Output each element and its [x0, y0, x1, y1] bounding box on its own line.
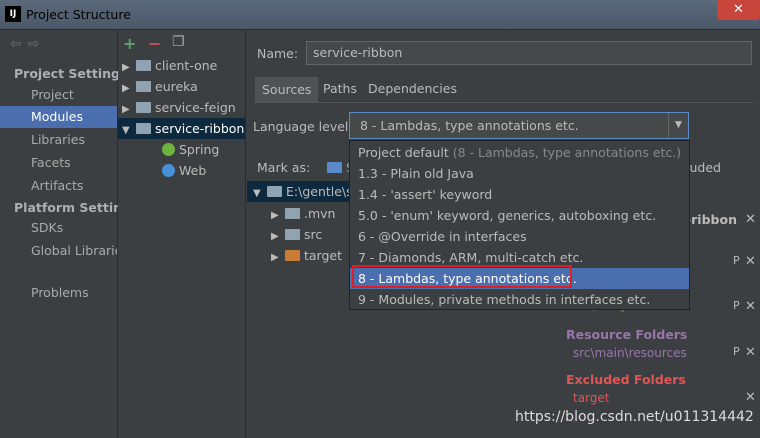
- folder-label: .mvn: [304, 206, 336, 221]
- language-level-select[interactable]: 8 - Lambdas, type annotations etc. ▼: [349, 112, 689, 139]
- module-client-one[interactable]: ▶ client-one: [118, 55, 245, 76]
- remove-folder-icon[interactable]: ✕: [745, 345, 756, 360]
- add-icon[interactable]: +: [123, 34, 136, 53]
- tab-dependencies[interactable]: Dependencies: [362, 77, 463, 102]
- name-label: Name:: [257, 46, 299, 61]
- expand-arrow-icon[interactable]: ▶: [271, 226, 283, 247]
- folder-label: target: [304, 248, 343, 263]
- tab-paths[interactable]: Paths: [317, 77, 363, 102]
- project-settings-heading: Project Settings: [14, 66, 128, 81]
- sidebar-item-project[interactable]: Project: [0, 84, 117, 106]
- module-folder-icon: [136, 123, 151, 134]
- facet-label: Spring: [179, 142, 220, 157]
- module-tree-panel: + − ❐ ▶ client-one ▶ eureka ▶ service-feign…: [118, 30, 246, 438]
- module-service-ribbon[interactable]: ▼ service-ribbon: [118, 118, 245, 139]
- excluded-folders-heading: Excluded Folders: [566, 372, 686, 387]
- tree-item-src[interactable]: ▶ src: [271, 224, 322, 245]
- sidebar-item-artifacts[interactable]: Artifacts: [0, 175, 117, 197]
- properties-icon[interactable]: P: [733, 345, 740, 358]
- module-folder-icon: [136, 81, 151, 92]
- folder-icon: [267, 186, 282, 197]
- module-label: client-one: [155, 58, 218, 73]
- expand-arrow-icon[interactable]: ▶: [122, 78, 134, 99]
- facet-label: Web: [179, 163, 207, 178]
- module-label: eureka: [155, 79, 198, 94]
- back-arrow-icon[interactable]: ⇦: [10, 36, 28, 52]
- watermark: https://blog.csdn.net/u011314442: [515, 409, 754, 425]
- folder-label: src: [304, 227, 323, 242]
- module-name-field[interactable]: service-ribbon: [306, 41, 752, 65]
- spring-leaf-icon: [162, 143, 175, 156]
- forward-arrow-icon[interactable]: ⇨: [28, 36, 46, 52]
- remove-icon[interactable]: −: [148, 34, 161, 53]
- facet-spring[interactable]: Spring: [118, 139, 245, 160]
- tab-sources[interactable]: Sources: [255, 77, 319, 102]
- platform-settings-heading: Platform Setting: [14, 200, 131, 215]
- web-globe-icon: [162, 164, 175, 177]
- expand-arrow-icon[interactable]: ▶: [122, 99, 134, 120]
- collapse-arrow-icon[interactable]: ▼: [253, 183, 265, 204]
- remove-root-icon[interactable]: ✕: [745, 212, 756, 227]
- resource-folders-heading: Resource Folders: [566, 327, 688, 342]
- sidebar-item-sdks[interactable]: SDKs: [0, 217, 117, 239]
- language-level-label: Language level:: [253, 119, 353, 134]
- sidebar-item-facets[interactable]: Facets: [0, 152, 117, 174]
- selection-highlight-box: [352, 265, 572, 288]
- expand-arrow-icon[interactable]: ▶: [271, 247, 283, 268]
- expand-arrow-icon[interactable]: ▶: [122, 57, 134, 78]
- expand-arrow-icon[interactable]: ▶: [271, 205, 283, 226]
- title-bar: IJ Project Structure ✕: [0, 0, 760, 30]
- option-1-4[interactable]: 1.4 - 'assert' keyword: [350, 184, 689, 205]
- module-folder-icon: [136, 60, 151, 71]
- properties-icon[interactable]: P: [733, 254, 740, 267]
- chevron-down-icon[interactable]: ▼: [668, 113, 688, 138]
- option-1-3[interactable]: 1.3 - Plain old Java: [350, 163, 689, 184]
- close-window-button[interactable]: ✕: [717, 0, 760, 20]
- module-folder-icon: [136, 102, 151, 113]
- collapse-arrow-icon[interactable]: ▼: [122, 120, 134, 141]
- language-level-value: 8 - Lambdas, type annotations etc.: [360, 118, 579, 133]
- folder-icon: [285, 208, 300, 219]
- tree-item-target[interactable]: ▶ target: [271, 245, 342, 266]
- mark-as-excluded-label[interactable]: luded: [686, 160, 721, 175]
- sources-folder-icon: [327, 162, 342, 173]
- copy-icon[interactable]: ❐: [172, 34, 185, 50]
- option-6[interactable]: 6 - @Override in interfaces: [350, 226, 689, 247]
- sidebar-item-libraries[interactable]: Libraries: [0, 129, 117, 151]
- option-project-default[interactable]: Project default (8 - Lambdas, type annot…: [350, 142, 689, 163]
- folder-icon: [285, 229, 300, 240]
- option-9[interactable]: 9 - Modules, private methods in interfac…: [350, 289, 689, 310]
- module-label: service-ribbon: [155, 121, 245, 136]
- remove-folder-icon[interactable]: ✕: [745, 299, 756, 314]
- option-5-0[interactable]: 5.0 - 'enum' keyword, generics, autoboxi…: [350, 205, 689, 226]
- settings-sidebar: ⇦⇨ Project Settings Project Modules Libr…: [0, 30, 131, 438]
- sidebar-item-global-libraries[interactable]: Global Librarie: [0, 240, 117, 262]
- nav-arrows: ⇦⇨: [10, 36, 45, 52]
- remove-folder-icon[interactable]: ✕: [745, 254, 756, 269]
- resource-folder-path: src\main\resources: [573, 346, 687, 360]
- excluded-folder-icon: [285, 250, 300, 261]
- sidebar-item-problems[interactable]: Problems: [0, 282, 117, 304]
- properties-icon[interactable]: P: [733, 299, 740, 312]
- mark-as-label: Mark as:: [257, 160, 311, 175]
- module-eureka[interactable]: ▶ eureka: [118, 76, 245, 97]
- remove-folder-icon[interactable]: ✕: [745, 390, 756, 405]
- sidebar-item-modules[interactable]: Modules: [0, 106, 117, 128]
- tree-item-mvn[interactable]: ▶ .mvn: [271, 203, 335, 224]
- facet-web[interactable]: Web: [118, 160, 245, 181]
- intellij-icon: IJ: [5, 6, 21, 22]
- content-root-label: E:\gentle\s: [286, 184, 353, 199]
- module-service-feign[interactable]: ▶ service-feign: [118, 97, 245, 118]
- window-title: Project Structure: [26, 7, 131, 22]
- module-label: service-feign: [155, 100, 236, 115]
- option-hint: (8 - Lambdas, type annotations etc.): [452, 145, 682, 160]
- excluded-folder-path: target: [573, 391, 610, 405]
- option-label: Project default: [358, 145, 453, 160]
- tabs-divider: [253, 102, 753, 103]
